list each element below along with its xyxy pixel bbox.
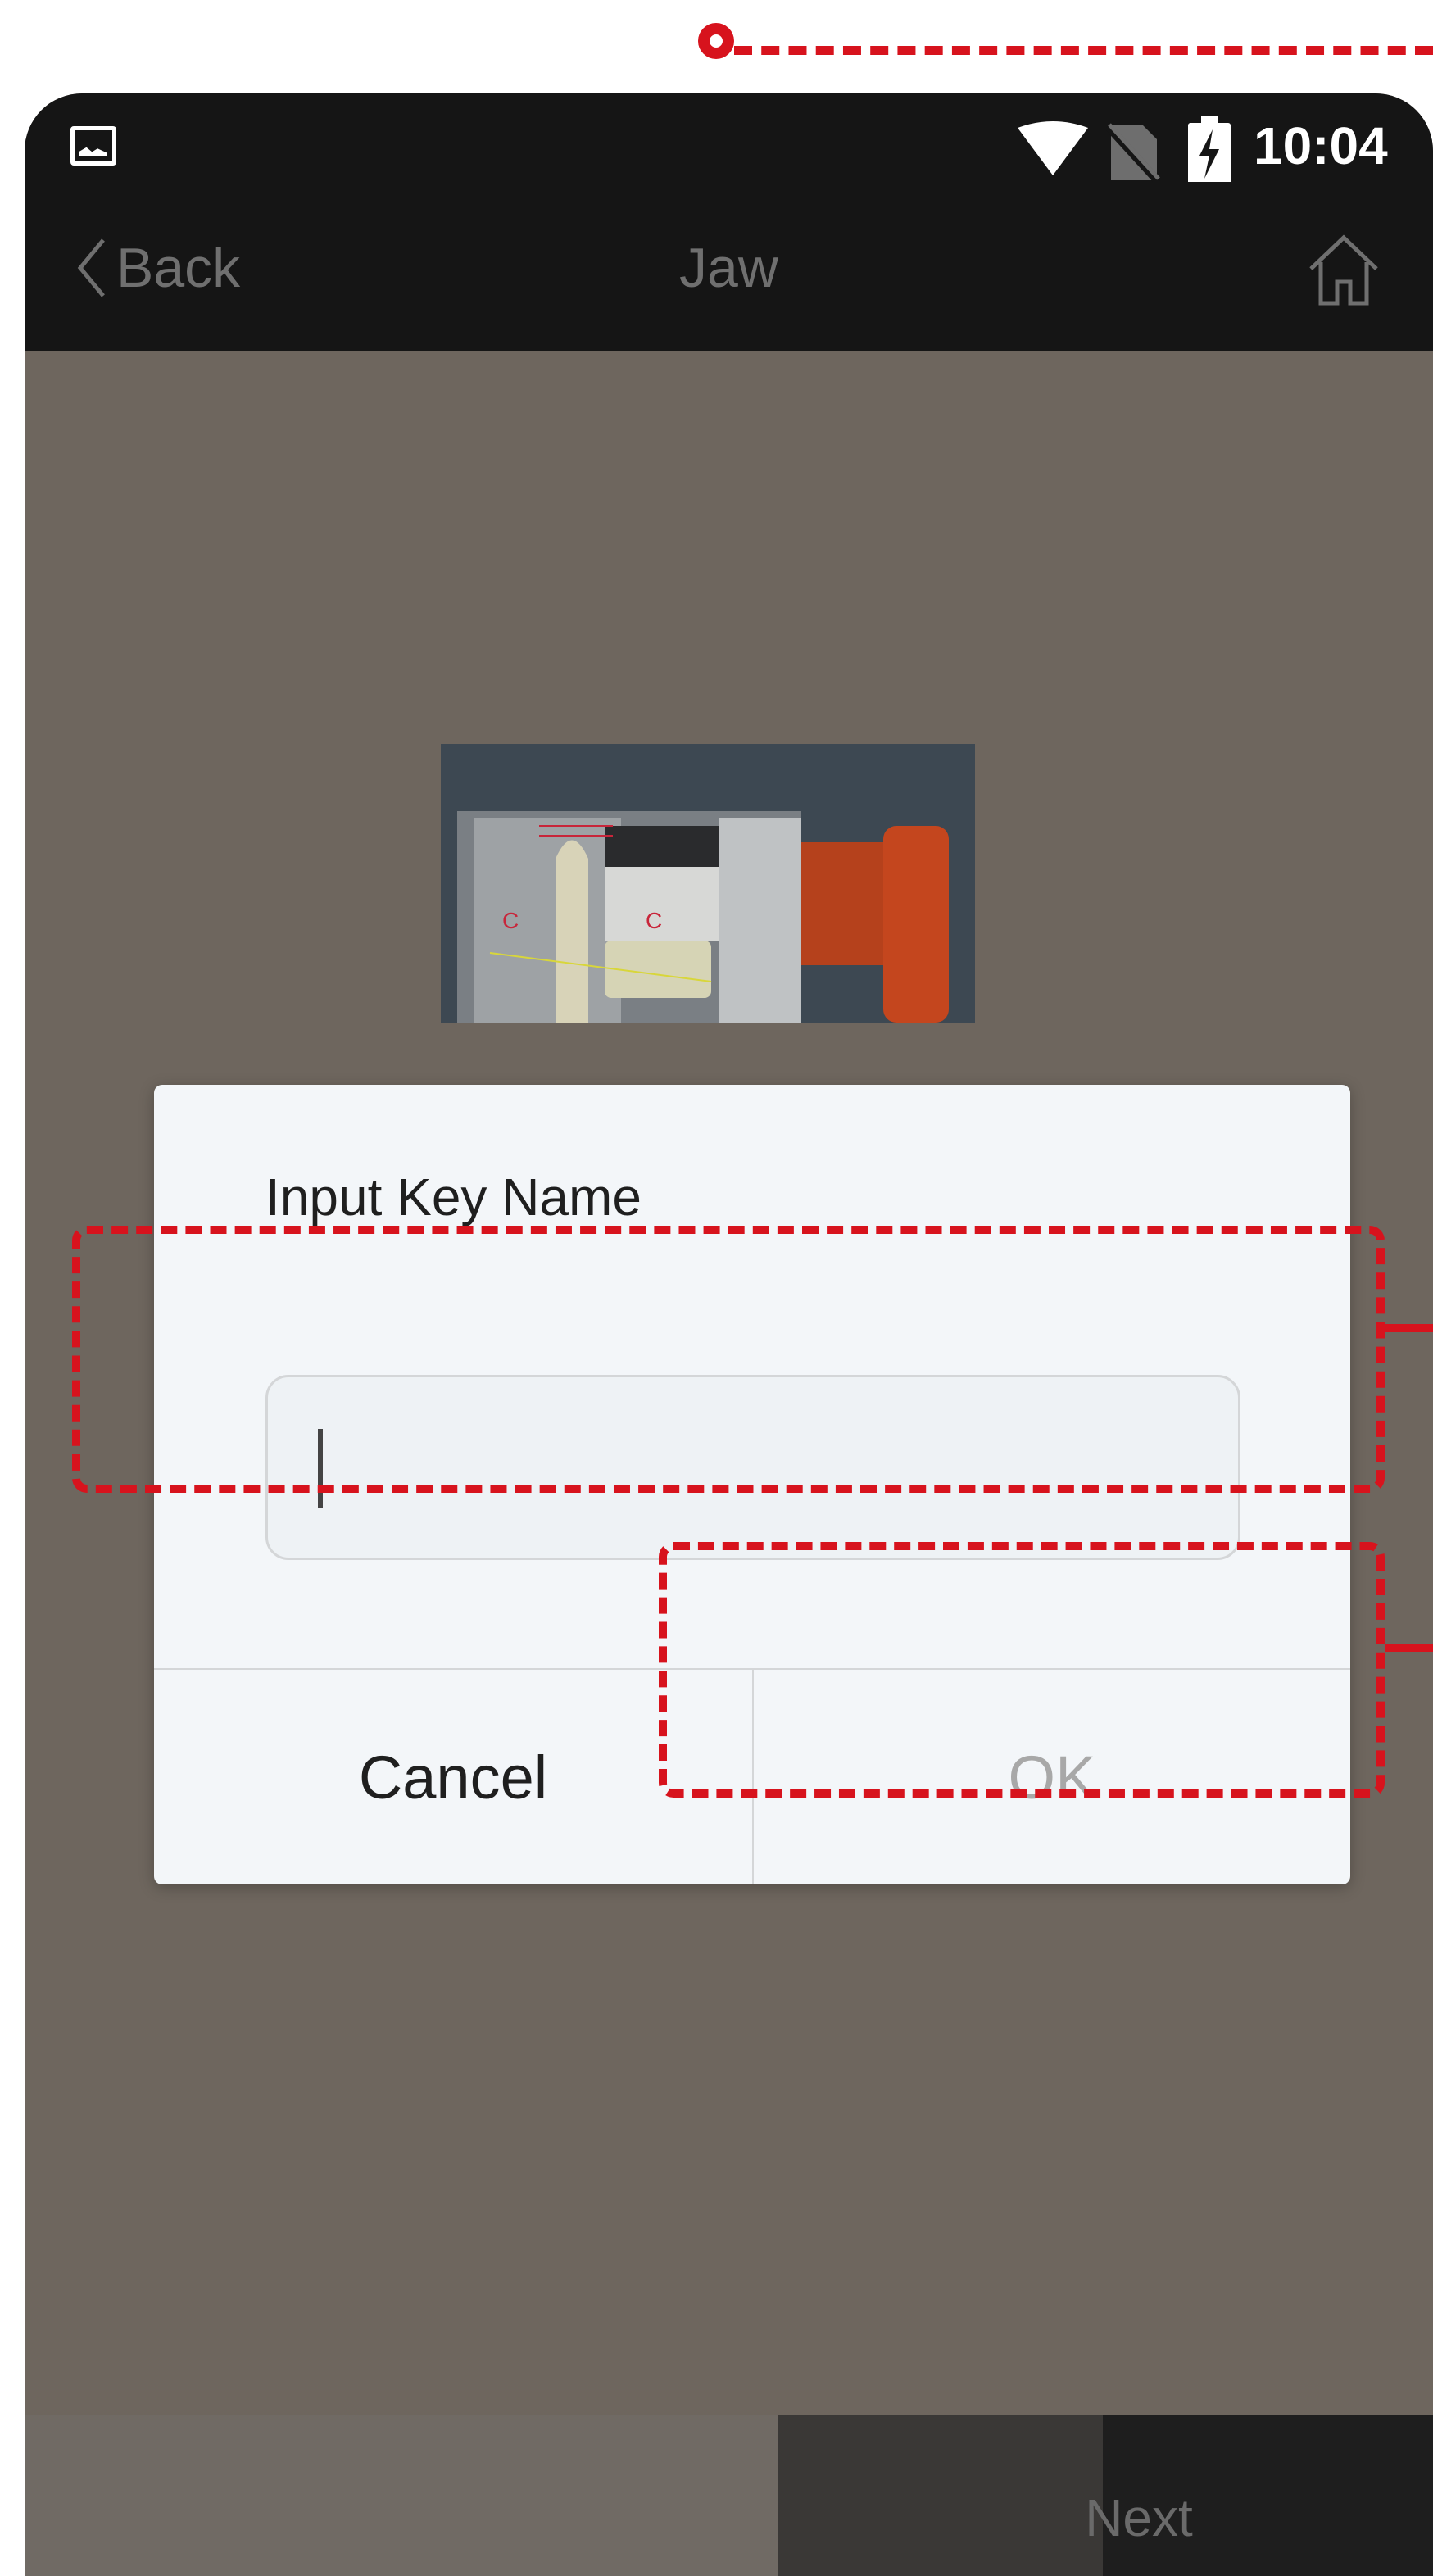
bottom-bar: Next [25,2415,1433,2576]
status-clock: 10:04 [1254,116,1388,175]
jaw-preview-image: C C [441,744,975,1023]
bottom-bar-middle [778,2415,1103,2576]
annotation-input-highlight [72,1226,1385,1493]
page-title: Jaw [679,237,778,299]
no-sim-icon [1106,123,1160,184]
annotation-leader-line [734,46,1433,55]
preview-mark-2: C [646,908,662,933]
preview-mark-1: C [502,908,519,933]
annotation-ok-highlight [659,1542,1385,1798]
top-nav-bar: Back Jaw [25,182,1433,351]
image-icon [70,126,116,166]
annotation-input-leader [1385,1324,1433,1332]
status-bar: 10:04 [25,93,1433,185]
annotation-marker [698,23,734,59]
home-icon[interactable] [1303,229,1385,311]
dialog-title: Input Key Name [265,1168,642,1227]
annotation-ok-leader [1385,1644,1433,1652]
bottom-bar-left [25,2415,778,2576]
wifi-icon [1018,121,1088,175]
next-label: Next [1085,2488,1193,2547]
battery-charging-icon [1188,116,1231,185]
